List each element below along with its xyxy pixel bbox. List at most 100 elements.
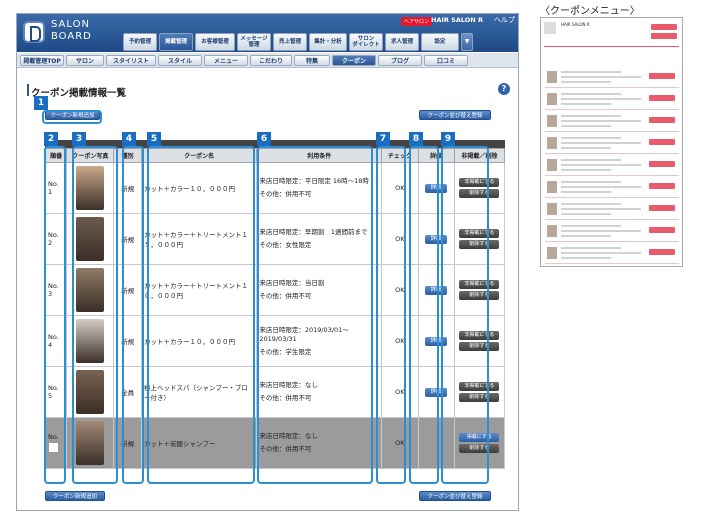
coupon-name-cell: カット＋カラー１０，０００円	[141, 315, 258, 367]
preview-text-line	[561, 186, 641, 188]
photo-cell	[66, 315, 115, 367]
table-row: No. 2 新規 カット＋カラー＋トリートメント１５，０００円 来店日時限定：早期割 1…	[44, 213, 506, 265]
order-number: 1	[48, 188, 53, 196]
subnav-item[interactable]: ブログ	[378, 55, 422, 66]
topnav-item[interactable]: サロン ダイレクト	[349, 33, 383, 51]
preview-thumb	[547, 115, 557, 127]
detail-button[interactable]: 詳細	[425, 184, 448, 193]
type-cell: 新規	[113, 264, 143, 316]
hide-button[interactable]: 掲載にする	[459, 433, 500, 442]
order-input[interactable]	[48, 442, 59, 453]
hide-button[interactable]: 非掲載にする	[459, 382, 500, 391]
hide-delete-cell: 非掲載にする 削除する	[453, 162, 506, 214]
add-coupon-button-bottom[interactable]: クーポン新規追加	[45, 491, 105, 501]
subnav-item[interactable]: スタイリスト	[106, 55, 156, 66]
detail-button[interactable]: 詳細	[425, 388, 448, 397]
delete-button[interactable]: 削除する	[459, 291, 500, 300]
topnav-item[interactable]: 設定	[421, 33, 459, 51]
table-body: No. 1 新規 カット＋カラー１０，０００円 来店日時限定：平日限定 16時〜18時そ…	[44, 162, 506, 469]
check-cell: OK	[381, 264, 419, 316]
preview-reserve-button	[649, 95, 675, 101]
detail-button[interactable]: 詳細	[425, 286, 448, 295]
preview-thumb	[547, 137, 557, 149]
delete-button[interactable]: 削除する	[459, 240, 500, 249]
preview-text-line	[561, 71, 621, 73]
nav-more-dropdown-icon[interactable]: ▼	[461, 33, 473, 51]
condition-cell: 来店日時限定：平日限定 16時〜18時 その他：併用不可	[256, 162, 383, 214]
topnav-item[interactable]: お客様管理	[195, 33, 235, 51]
condition-date: 来店日時限定：平日限定 16時〜18時	[259, 177, 369, 185]
order-cell: No.	[44, 417, 68, 469]
hide-delete-cell: 非掲載にする 削除する	[453, 264, 506, 316]
hide-button[interactable]: 非掲載にする	[459, 229, 500, 238]
hide-button[interactable]: 非掲載にする	[459, 280, 500, 289]
help-icon[interactable]: ?	[498, 83, 510, 95]
annotation-badge: 5	[147, 132, 161, 146]
detail-cell: 詳細	[417, 366, 455, 418]
check-cell: OK	[381, 213, 419, 265]
order-number: 4	[48, 341, 53, 349]
preview-text-line	[561, 230, 641, 232]
subnav-item[interactable]: 口コミ	[424, 55, 468, 66]
help-link[interactable]: ヘルプ	[494, 15, 515, 25]
hide-button[interactable]: 非掲載にする	[459, 331, 500, 340]
annotation-badge: 9	[441, 132, 455, 146]
condition-other: その他：併用不可	[259, 190, 312, 198]
preview-text-line	[561, 208, 641, 210]
topnav-item[interactable]: メッセージ 管理	[237, 33, 271, 51]
preview-text-line	[561, 98, 641, 100]
coupon-photo	[76, 319, 105, 363]
subnav-item[interactable]: クーポン	[332, 55, 376, 66]
subnav-item[interactable]: サロン	[66, 55, 104, 66]
order-label: No.	[48, 231, 59, 239]
preview-logo-icon	[544, 22, 556, 34]
subnav-item[interactable]: メニュー	[204, 55, 248, 66]
preview-thumb	[547, 247, 557, 259]
coupon-photo	[76, 370, 105, 414]
topnav-item[interactable]: 求人管理	[385, 33, 419, 51]
annotation-badge: 4	[122, 132, 136, 146]
column-header: 非掲載／削除	[453, 148, 506, 163]
table-row: No. 4 新規 カット＋カラー１０，０００円 来店日時限定：2019/03/01〜20…	[44, 315, 506, 367]
hide-button[interactable]: 非掲載にする	[459, 178, 500, 187]
sub-navigation: 掲載管理TOP サロン スタイリスト スタイル メニュー こだわり 特集 クーポン ブログ 口コミ	[17, 53, 518, 68]
preview-text-line	[561, 137, 621, 139]
subnav-item[interactable]: こだわり	[250, 55, 292, 66]
subnav-item[interactable]: スタイル	[158, 55, 202, 66]
column-header: クーポン写真	[66, 148, 115, 163]
preview-thumb	[547, 181, 557, 193]
preview-button	[651, 33, 677, 39]
topnav-item[interactable]: 掲載管理	[159, 33, 193, 51]
sort-coupon-button[interactable]: クーポン並び替え登録	[419, 110, 491, 120]
coupon-table: 順番 クーポン写真 種別 クーポン名 利用条件 チェック 詳細 非掲載／削除 No. 1 新規 カッ…	[44, 148, 506, 469]
preview-text-line	[561, 203, 621, 205]
coupon-photo	[76, 268, 105, 312]
delete-button[interactable]: 削除する	[459, 189, 500, 198]
delete-button[interactable]: 削除する	[459, 393, 500, 402]
photo-cell	[66, 417, 115, 469]
subnav-item[interactable]: 掲載管理TOP	[20, 55, 64, 66]
order-cell: No. 3	[44, 264, 68, 316]
condition-cell: 来店日時限定：なし その他：併用不可	[256, 417, 383, 469]
delete-button[interactable]: 削除する	[459, 342, 500, 351]
topnav-item[interactable]: 売上管理	[273, 33, 307, 51]
order-label: No.	[48, 433, 59, 441]
order-label: No.	[48, 384, 59, 392]
salon-board-window: SALON BOARD ヘアサロン HAIR SALON R ヘルプ 予約管理掲…	[16, 13, 519, 511]
hide-delete-cell: 掲載にする 削除する	[453, 417, 506, 469]
order-number: 2	[48, 239, 53, 247]
topnav-item[interactable]: 予約管理	[123, 33, 157, 51]
type-cell: 新規	[113, 213, 143, 265]
detail-button[interactable]: 詳細	[425, 235, 448, 244]
subnav-item[interactable]: 特集	[294, 55, 330, 66]
detail-button[interactable]: 詳細	[425, 337, 448, 346]
topnav-item[interactable]: 集計・分析	[309, 33, 347, 51]
add-coupon-button[interactable]: クーポン新規追加	[45, 110, 100, 120]
preview-text-line	[561, 181, 621, 183]
condition-cell: 来店日時限定：早期割 1週間前まで その他：女性限定	[256, 213, 383, 265]
sort-coupon-button-bottom[interactable]: クーポン並び替え登録	[419, 491, 491, 501]
type-cell: 新規	[113, 417, 143, 469]
preview-text-line	[561, 120, 641, 122]
annotation-badge: 8	[409, 132, 423, 146]
delete-button[interactable]: 削除する	[459, 444, 500, 453]
